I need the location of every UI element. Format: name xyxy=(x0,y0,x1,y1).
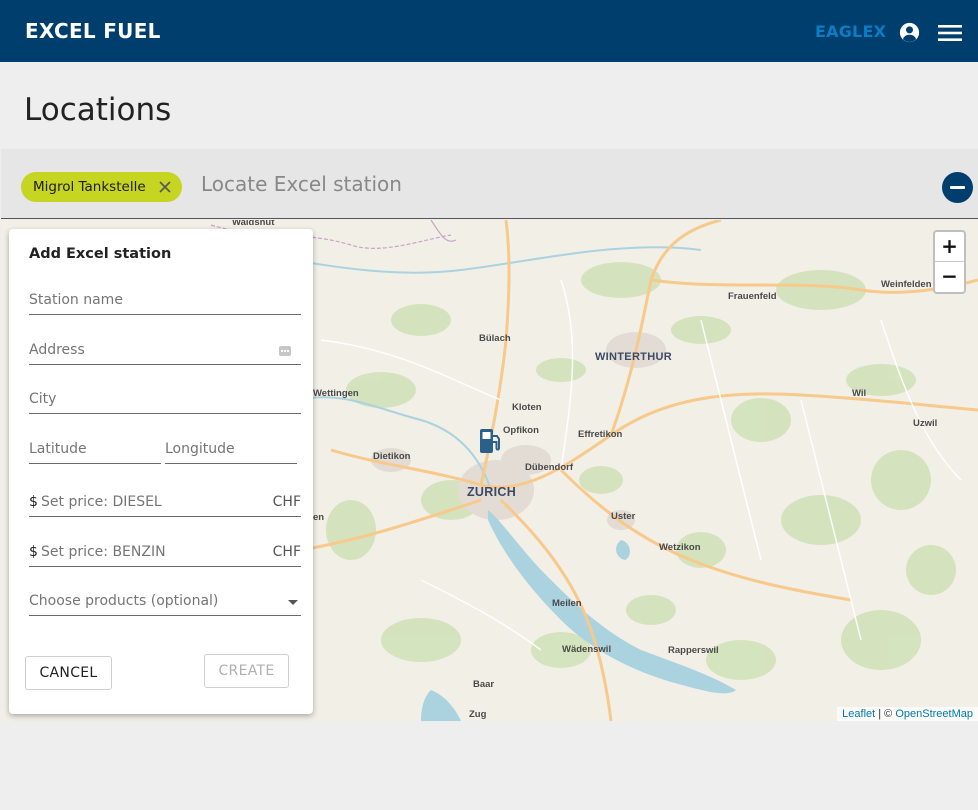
map-label-kloten: Kloten xyxy=(512,402,542,413)
products-select[interactable]: Choose products (optional) xyxy=(29,588,301,616)
map-label-wettingen: Wettingen xyxy=(313,388,359,399)
currency-suffix: CHF xyxy=(272,544,301,560)
zoom-in-button[interactable]: + xyxy=(935,232,964,262)
map-label-partial: en xyxy=(313,512,325,523)
minus-icon xyxy=(950,186,965,189)
leaflet-link[interactable]: Leaflet xyxy=(842,708,875,720)
fuel-pump-icon[interactable] xyxy=(478,427,502,455)
diesel-price-field[interactable]: $ Set price: DIESEL CHF xyxy=(29,489,301,517)
price-prefix: $ xyxy=(29,494,38,510)
station-search-bar: Migrol Tankstelle Locate Excel station xyxy=(1,149,978,219)
map-label-wetzikon: Wetzikon xyxy=(659,542,701,553)
add-station-form: Add Excel station Station name Address C… xyxy=(9,229,313,714)
currency-suffix: CHF xyxy=(272,494,301,510)
zoom-control: + − xyxy=(933,230,966,294)
benzin-price-placeholder: Set price: BENZIN xyxy=(41,544,166,560)
map-label-weinfelden: Weinfelden xyxy=(881,279,932,290)
user-name-label[interactable]: EAGLEX xyxy=(815,22,886,41)
station-name-placeholder: Station name xyxy=(29,292,123,308)
map-label-bulach: Bülach xyxy=(479,333,511,344)
top-app-bar: EXCEL FUEL EAGLEX xyxy=(0,0,978,62)
station-name-field[interactable]: Station name xyxy=(29,287,301,315)
map-label-baar: Baar xyxy=(473,679,495,690)
attribution-separator: | © xyxy=(875,708,896,720)
brand-title[interactable]: EXCEL FUEL xyxy=(25,19,161,43)
map-label-uster: Uster xyxy=(611,511,636,522)
benzin-price-field[interactable]: $ Set price: BENZIN CHF xyxy=(29,539,301,567)
map-label-wadenswil: Wädenswil xyxy=(562,644,612,655)
map-label-opfikon: Opfikon xyxy=(503,425,539,436)
zoom-out-button[interactable]: − xyxy=(935,262,964,292)
map-label-meilen: Meilen xyxy=(552,598,582,609)
diesel-price-placeholder: Set price: DIESEL xyxy=(41,494,162,510)
map-label-winterthur: WINTERTHUR xyxy=(595,351,672,363)
map-attribution: Leaflet | © OpenStreetMap xyxy=(837,707,978,721)
create-button[interactable]: CREATE xyxy=(204,654,289,688)
address-field[interactable]: Address xyxy=(29,337,301,365)
collapse-button[interactable] xyxy=(942,172,973,203)
city-field[interactable]: City xyxy=(29,386,301,414)
price-prefix: $ xyxy=(29,544,38,560)
map-label-dubendorf: Dübendorf xyxy=(525,462,574,473)
autofill-dots-icon xyxy=(279,346,291,356)
page-title: Locations xyxy=(24,92,172,128)
filter-chip-label: Migrol Tankstelle xyxy=(33,179,146,195)
longitude-placeholder: Longitude xyxy=(165,441,235,457)
latitude-placeholder: Latitude xyxy=(29,441,87,457)
city-placeholder: City xyxy=(29,391,57,407)
map-label-rapperswil: Rapperswil xyxy=(668,645,719,656)
map-label-zug: Zug xyxy=(469,709,487,720)
map-label-uzwil: Uzwil xyxy=(913,418,938,429)
map-label-waldshut: Waldshut xyxy=(232,220,275,228)
map-label-zurich: ZURICH xyxy=(467,485,517,499)
close-icon[interactable] xyxy=(158,180,172,194)
map-label-effretikon: Effretikon xyxy=(578,429,623,440)
account-circle-icon[interactable] xyxy=(899,22,920,43)
form-title: Add Excel station xyxy=(29,246,172,262)
hamburger-menu-icon[interactable] xyxy=(937,24,963,42)
filter-chip[interactable]: Migrol Tankstelle xyxy=(21,172,182,202)
map-label-wil: Wil xyxy=(852,388,867,399)
cancel-button[interactable]: CANCEL xyxy=(25,656,112,690)
map-label-frauenfeld: Frauenfeld xyxy=(728,291,777,302)
products-placeholder: Choose products (optional) xyxy=(29,593,219,609)
longitude-field[interactable]: Longitude xyxy=(165,436,297,464)
address-placeholder: Address xyxy=(29,342,85,358)
osm-link[interactable]: OpenStreetMap xyxy=(895,708,973,720)
dropdown-arrow-icon xyxy=(288,600,298,605)
locate-station-input[interactable]: Locate Excel station xyxy=(201,172,402,196)
latitude-field[interactable]: Latitude xyxy=(29,436,161,464)
map-label-dietikon: Dietikon xyxy=(373,451,411,462)
